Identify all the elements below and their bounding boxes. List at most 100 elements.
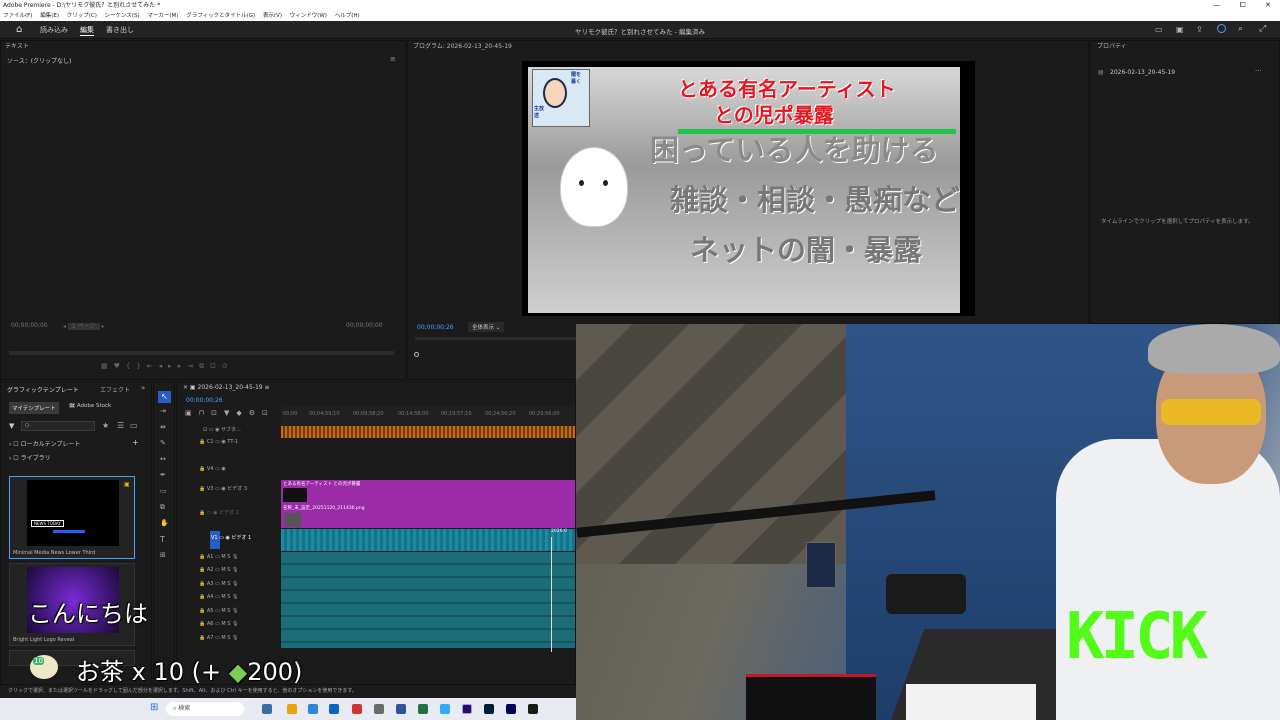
subtitle-clips[interactable] <box>281 426 575 438</box>
type-tool-icon[interactable]: T <box>160 535 165 544</box>
search-icon[interactable]: ⌕ <box>1238 24 1243 34</box>
maximize-button[interactable]: ⧠ <box>1240 0 1246 11</box>
windows-start-icon[interactable]: ⊞ <box>150 702 158 713</box>
windows-taskbar: ⊞ ⌕ 検索 <box>0 698 576 720</box>
track-a6[interactable]: 🔒 A6 ▭ M S 🎙 <box>199 621 238 627</box>
pen-icon[interactable]: ✒ <box>160 471 166 479</box>
tab-effects[interactable]: エフェクト <box>100 385 130 394</box>
menu-file[interactable]: ファイル(F) <box>3 13 32 19</box>
source-tab[interactable]: テキスト <box>1 41 405 53</box>
menu-window[interactable]: ウィンドウ(W) <box>290 13 327 19</box>
taskbar-photoshop-icon[interactable] <box>440 704 450 714</box>
folder-icon[interactable]: ▭ <box>130 421 138 430</box>
timeline-tab[interactable]: × ▣ 2026-02-13_20-45-19 ≡ <box>183 384 270 391</box>
zoom-select[interactable]: 全体表示 ⌄ <box>468 322 505 332</box>
taskbar-search[interactable]: ⌕ 検索 <box>166 702 244 716</box>
menu-sequence[interactable]: シーケンス(S) <box>105 13 140 19</box>
menu-view[interactable]: 表示(V) <box>263 13 282 19</box>
track-a1[interactable]: 🔒 A1 ▭ M S 🎙 <box>199 554 238 560</box>
clip-v2[interactable]: 名称_未_設定_20251120_211436.png <box>281 504 575 528</box>
taskbar-app-icon[interactable] <box>352 704 362 714</box>
filter-icon[interactable]: ▼ <box>9 422 14 430</box>
program-scrubber[interactable] <box>415 337 580 340</box>
rectangle-icon[interactable]: ▭ <box>160 487 167 495</box>
taskbar-ae-icon[interactable] <box>506 704 516 714</box>
layout-icon[interactable]: ▣ <box>1176 25 1184 34</box>
mascot-ghost <box>560 147 628 227</box>
tab-adobe-stock[interactable]: St Adobe Stock <box>69 403 111 409</box>
slip-icon[interactable]: ↔ <box>160 455 166 463</box>
fullscreen-icon[interactable]: ⤢ <box>1259 24 1266 34</box>
transform-icon[interactable]: ⧉ <box>160 503 165 512</box>
properties-tab[interactable]: プロパティ <box>1091 41 1279 53</box>
taskbar-folder-icon[interactable] <box>287 704 297 714</box>
expand-panels-icon[interactable]: » <box>141 384 145 392</box>
track-v2[interactable]: 🔒 ▭ ◉ ビデオ 2 <box>199 509 239 516</box>
minimize-button[interactable]: — <box>1213 0 1220 11</box>
tree-library[interactable]: › ☐ ライブラリ <box>9 453 51 462</box>
add-icon[interactable]: + <box>132 438 139 447</box>
tab-my-templates[interactable]: マイテンプレート <box>9 402 59 414</box>
graphics-panel: グラフィックテンプレート エフェクト » マイテンプレート St Adobe S… <box>0 381 152 685</box>
caption-tool-icon[interactable]: ⊞ <box>160 551 166 559</box>
taskbar-premiere-icon[interactable] <box>462 704 472 714</box>
hand-icon[interactable]: ✋ <box>160 519 169 527</box>
progress-icon[interactable] <box>1217 24 1226 33</box>
page-select[interactable]: 1 ページ <box>67 323 100 330</box>
source-transport-controls[interactable]: ▦♥{}⇤◂▸▸⇥⧉⊡⊙ <box>101 362 234 371</box>
share-icon[interactable]: ⇪ <box>1196 25 1203 34</box>
selection-tool-icon[interactable]: ↖ <box>158 391 171 403</box>
track-subtitle[interactable]: ⊡ ▭ ◉ サブタ... <box>203 426 241 433</box>
track-select-icon[interactable]: ⇥ <box>160 407 166 415</box>
track-v3[interactable]: 🔒 V3 ▭ ◉ ビデオ 3 <box>199 485 247 492</box>
template-name: Minimal Media News Lower Third <box>13 550 96 556</box>
menu-clip[interactable]: クリップ(C) <box>67 13 97 19</box>
list-icon[interactable]: ☰ <box>117 421 124 430</box>
kick-logo: KICK <box>1066 600 1208 674</box>
track-a3[interactable]: 🔒 A3 ▭ M S 🎙 <box>199 581 238 587</box>
taskbar-outlook-icon[interactable] <box>329 704 339 714</box>
timeline-ruler[interactable]: 00;00 00;04;59;10 00;09;58;20 00;14;58;0… <box>281 407 575 425</box>
program-tab[interactable]: プログラム: 2026-02-13_20-45-19 <box>408 41 1088 53</box>
source-scrubber[interactable] <box>9 351 394 355</box>
playhead-handle[interactable] <box>414 352 419 357</box>
taskbar-excel-icon[interactable] <box>418 704 428 714</box>
hanging-tag <box>806 542 836 588</box>
menu-marker[interactable]: マーカー(M) <box>147 13 178 19</box>
menu-graphics[interactable]: グラフィックとタイトル(G) <box>186 13 255 19</box>
track-c1[interactable]: 🔒 C1 ▭ ◉ TT-1 <box>199 439 238 445</box>
timeline-toolbar[interactable]: ▣⊓⊡▼◆⚙⊡ <box>185 409 275 417</box>
yellow-glasses <box>1161 399 1261 425</box>
close-button[interactable]: ✕ <box>1265 0 1271 11</box>
menu-help[interactable]: ヘルプ(H) <box>335 13 360 19</box>
taskbar-settings-icon[interactable] <box>374 704 384 714</box>
taskbar-word-icon[interactable] <box>396 704 406 714</box>
tree-local-templates[interactable]: › ☐ ローカルテンプレート <box>9 439 80 448</box>
template-search-input[interactable]: Q- <box>21 421 95 431</box>
menu-edit[interactable]: 編集(E) <box>40 13 59 19</box>
razor-icon[interactable]: ✎ <box>160 439 166 447</box>
panel-menu-icon[interactable]: ≡ <box>390 55 396 63</box>
track-v4[interactable]: 🔒 V4 ▭ ◉ <box>199 466 226 472</box>
track-a7[interactable]: 🔒 A7 ▭ M S 🎙 <box>199 635 238 641</box>
taskbar-ps-icon[interactable] <box>484 704 494 714</box>
taskbar-obs-icon[interactable] <box>528 704 538 714</box>
page-nav[interactable]: ◂ 1 ページ ▸ <box>63 321 104 330</box>
track-a4[interactable]: 🔒 A4 ▭ M S 🎙 <box>199 594 238 600</box>
caption-line-1: 困っている人を助ける <box>650 133 939 167</box>
audio-clips[interactable] <box>281 552 575 648</box>
clip-v3[interactable]: とある有名アーティスト との児ポ暴露 <box>281 480 575 504</box>
ripple-edit-icon[interactable]: ⇹ <box>160 423 166 431</box>
source-timecode-right: 00;00;00;00 <box>346 322 383 329</box>
template-card-lower-third[interactable]: NEWS TODAY ▣ Minimal Media News Lower Th… <box>9 476 135 559</box>
tab-graphic-templates[interactable]: グラフィックテンプレート <box>7 385 79 394</box>
track-a5[interactable]: 🔒 A5 ▭ M S 🎙 <box>199 608 238 614</box>
clip-v1[interactable]: 2026-0 <box>281 529 575 551</box>
track-a2[interactable]: 🔒 A2 ▭ M S 🎙 <box>199 567 238 573</box>
taskbar-edge-icon[interactable] <box>308 704 318 714</box>
taskbar-explorer-icon[interactable] <box>262 704 272 714</box>
more-options-icon[interactable]: ··· <box>1255 67 1262 75</box>
track-v1[interactable]: V1 ▭ ◉ ビデオ 1 <box>211 534 251 541</box>
workspace-icon[interactable]: ▭ <box>1155 25 1163 34</box>
star-icon[interactable]: ★ <box>102 421 109 430</box>
